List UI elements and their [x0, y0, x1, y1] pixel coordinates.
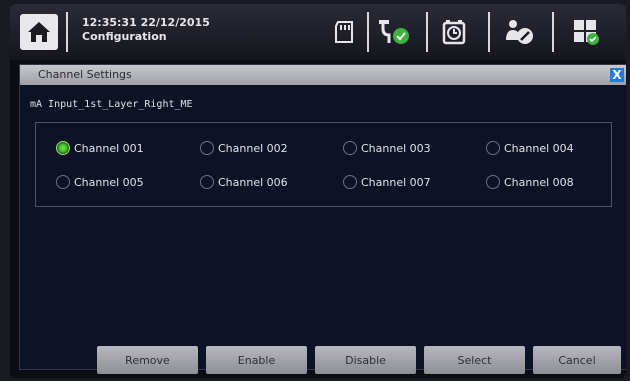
sd-card-button[interactable]	[328, 16, 360, 48]
separator	[552, 12, 554, 52]
radio-icon	[486, 141, 500, 155]
connection-button[interactable]	[376, 16, 416, 48]
channel-group: Channel 001 Channel 002 Channel 003 Chan…	[35, 122, 612, 207]
cancel-button[interactable]: Cancel	[533, 346, 621, 374]
channel-label: Channel 008	[504, 175, 574, 189]
radio-icon	[343, 175, 357, 189]
channel-option-004[interactable]: Channel 004	[486, 140, 574, 156]
alarm-button[interactable]	[438, 16, 470, 48]
separator	[488, 12, 490, 52]
remove-button[interactable]: Remove	[97, 346, 198, 374]
enable-button[interactable]: Enable	[206, 346, 307, 374]
device-screen: 12:35:31 22/12/2015 Configuration Channe…	[10, 4, 626, 378]
user-tool-icon	[506, 20, 533, 44]
channel-label: Channel 004	[504, 141, 574, 155]
radio-icon	[343, 141, 357, 155]
channel-label: Channel 003	[361, 141, 431, 155]
channel-label: Channel 002	[218, 141, 288, 155]
channel-option-002[interactable]: Channel 002	[200, 140, 288, 156]
dialog-title: Channel Settings	[38, 68, 132, 81]
mode-label: Configuration	[82, 30, 167, 43]
radio-selected-icon	[56, 141, 70, 155]
home-button[interactable]	[20, 14, 58, 50]
clock-display: 12:35:31 22/12/2015 Configuration	[82, 16, 210, 44]
alarm-clock-icon	[442, 20, 466, 45]
channel-option-006[interactable]: Channel 006	[200, 174, 288, 190]
channel-settings-dialog: Channel Settings X mA Input_1st_Layer_Ri…	[19, 64, 626, 374]
user-settings-button[interactable]	[504, 16, 536, 48]
menu-grid-button[interactable]	[570, 16, 602, 48]
channel-option-001[interactable]: Channel 001	[56, 140, 144, 156]
radio-icon	[200, 141, 214, 155]
channel-option-005[interactable]: Channel 005	[56, 174, 144, 190]
channel-label: Channel 001	[74, 141, 144, 155]
disable-button[interactable]: Disable	[315, 346, 416, 374]
close-button[interactable]: X	[610, 68, 624, 82]
channel-label: Channel 005	[74, 175, 144, 189]
radio-icon	[56, 175, 70, 189]
channel-option-007[interactable]: Channel 007	[343, 174, 431, 190]
radio-icon	[200, 175, 214, 189]
select-button[interactable]: Select	[424, 346, 525, 374]
radio-icon	[486, 175, 500, 189]
channel-option-003[interactable]: Channel 003	[343, 140, 431, 156]
close-icon: X	[612, 68, 622, 82]
channel-label: Channel 006	[218, 175, 288, 189]
clock-time: 12:35:31	[82, 16, 137, 29]
separator	[367, 12, 369, 52]
separator	[426, 12, 428, 52]
plug-connected-icon	[379, 20, 409, 44]
top-bar: 12:35:31 22/12/2015 Configuration	[10, 4, 626, 60]
sd-card-icon	[335, 21, 353, 43]
input-name-label: mA Input_1st_Layer_Right_ME	[30, 99, 193, 110]
channel-option-008[interactable]: Channel 008	[486, 174, 574, 190]
home-icon	[28, 22, 50, 42]
menu-grid-icon	[574, 20, 599, 45]
separator	[66, 12, 68, 52]
channel-label: Channel 007	[361, 175, 431, 189]
dialog-header: Channel Settings X	[20, 65, 626, 85]
clock-date: 22/12/2015	[140, 16, 210, 29]
